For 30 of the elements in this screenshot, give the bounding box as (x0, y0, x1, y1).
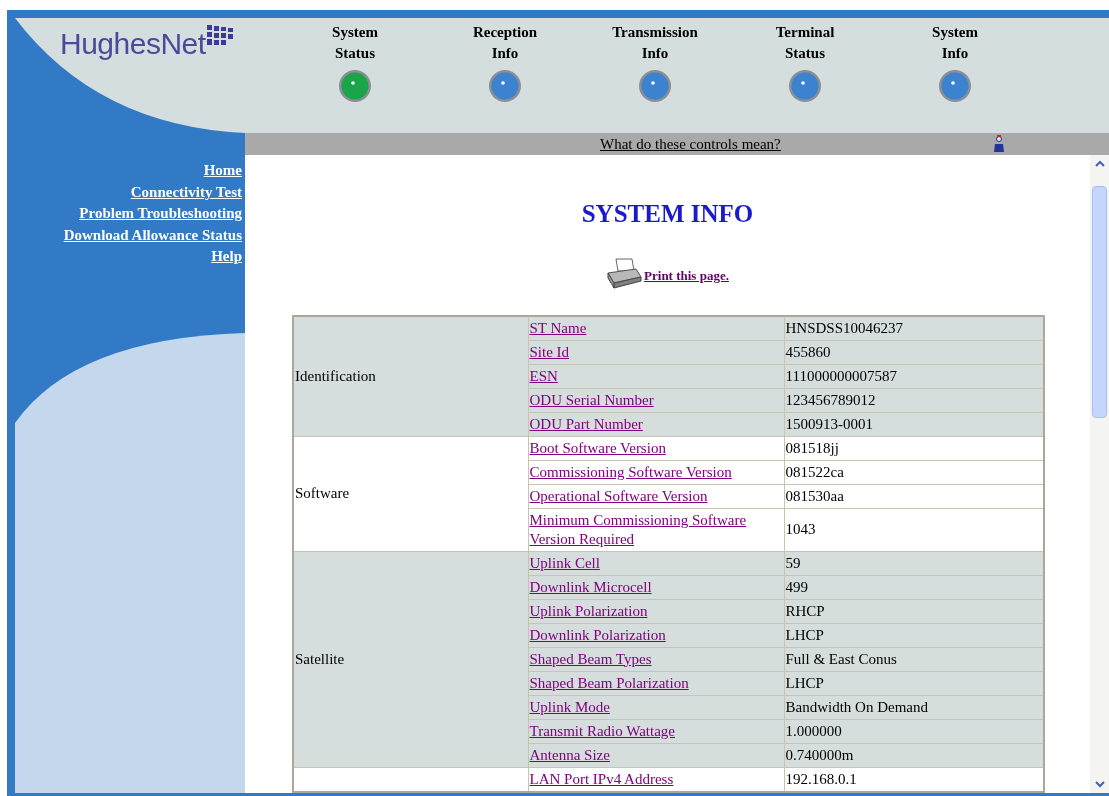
nav-link[interactable]: System Status (332, 22, 378, 64)
nav-link[interactable]: Transmission Info (612, 22, 698, 64)
status-light-icon[interactable] (488, 69, 522, 103)
scrollbar[interactable] (1090, 155, 1109, 793)
nav-link[interactable]: Terminal Status (775, 22, 835, 64)
nav-link[interactable]: Reception Info (472, 22, 538, 64)
scroll-up-icon[interactable] (1094, 160, 1105, 167)
sidebar-link[interactable]: Problem Troubleshooting (79, 203, 242, 225)
scroll-down-icon[interactable] (1094, 781, 1105, 788)
field-name-link[interactable]: Minimum Commissioning Software Version Required (529, 510, 783, 549)
field-name-link[interactable]: ST Name (529, 318, 587, 338)
status-light-icon[interactable] (338, 69, 372, 103)
logo-grid-icon (205, 24, 234, 48)
logo-text: HughesNet (60, 26, 206, 62)
printer-icon[interactable] (606, 256, 643, 289)
group-label-cell: Software (293, 436, 528, 551)
sidebar-link[interactable]: Download Allowance Status (63, 224, 242, 246)
person-icon[interactable] (993, 135, 1005, 153)
status-light-icon[interactable] (638, 69, 672, 103)
nav-link[interactable]: System Info (932, 22, 978, 64)
print-link[interactable]: Print this page. (644, 266, 729, 286)
controls-help-link[interactable]: What do these controls mean? (600, 132, 781, 156)
status-light-icon[interactable] (938, 69, 972, 103)
sidebar-link[interactable]: Home (203, 160, 242, 182)
page-title: SYSTEM INFO (581, 199, 754, 229)
group-label-cell: Satellite (293, 551, 528, 767)
sidebar-link[interactable]: Connectivity Test (130, 181, 242, 203)
sidebar-link[interactable]: Help (211, 246, 242, 268)
group-label-cell: Identification (293, 315, 528, 436)
status-light-icon[interactable] (788, 69, 822, 103)
